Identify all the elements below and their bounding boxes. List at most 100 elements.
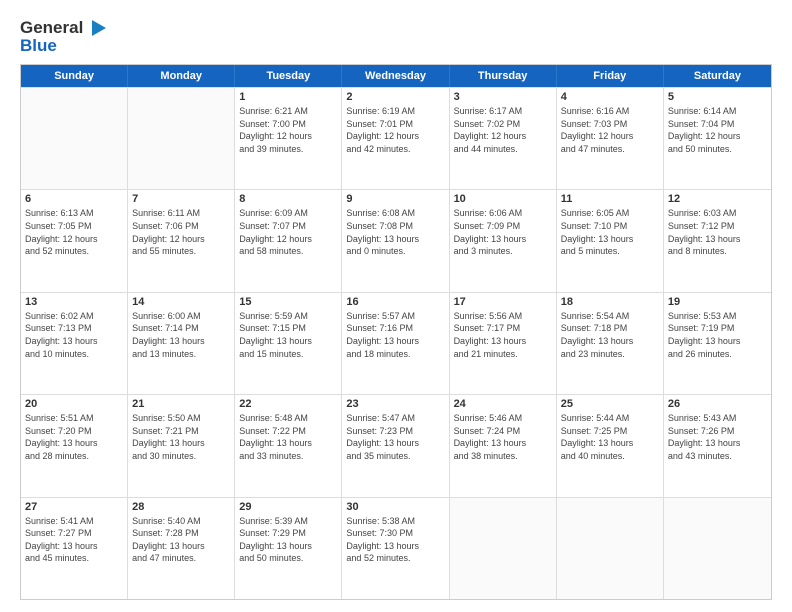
cell-details: Sunrise: 6:05 AM Sunset: 7:10 PM Dayligh…: [561, 207, 659, 257]
calendar-row-4: 27 Sunrise: 5:41 AM Sunset: 7:27 PM Dayli…: [21, 497, 771, 599]
cell-details: Sunrise: 5:50 AM Sunset: 7:21 PM Dayligh…: [132, 412, 230, 462]
cell-details: Sunrise: 6:09 AM Sunset: 7:07 PM Dayligh…: [239, 207, 337, 257]
day-cell-10: 10 Sunrise: 6:06 AM Sunset: 7:09 PM Dayli…: [450, 190, 557, 291]
day-number: 14: [132, 296, 230, 308]
day-number: 17: [454, 296, 552, 308]
day-cell-17: 17 Sunrise: 5:56 AM Sunset: 7:17 PM Dayli…: [450, 293, 557, 394]
header-day-wednesday: Wednesday: [342, 65, 449, 87]
day-number: 23: [346, 398, 444, 410]
day-number: 15: [239, 296, 337, 308]
cell-details: Sunrise: 6:11 AM Sunset: 7:06 PM Dayligh…: [132, 207, 230, 257]
cell-details: Sunrise: 5:54 AM Sunset: 7:18 PM Dayligh…: [561, 310, 659, 360]
day-cell-5: 5Sunrise: 6:14 AM Sunset: 7:04 PM Daylig…: [664, 88, 771, 189]
day-cell-1: 1Sunrise: 6:21 AM Sunset: 7:00 PM Daylig…: [235, 88, 342, 189]
day-cell-11: 11Sunrise: 6:05 AM Sunset: 7:10 PM Dayli…: [557, 190, 664, 291]
cell-details: Sunrise: 5:47 AM Sunset: 7:23 PM Dayligh…: [346, 412, 444, 462]
day-number: 5: [668, 91, 767, 103]
day-cell-23: 23 Sunrise: 5:47 AM Sunset: 7:23 PM Dayli…: [342, 395, 449, 496]
day-cell-19: 19 Sunrise: 5:53 AM Sunset: 7:19 PM Dayli…: [664, 293, 771, 394]
day-number: 30: [346, 501, 444, 513]
cell-details: Sunrise: 6:03 AM Sunset: 7:12 PM Dayligh…: [668, 207, 767, 257]
cell-details: Sunrise: 6:13 AM Sunset: 7:05 PM Dayligh…: [25, 207, 123, 257]
day-number: 1: [239, 91, 337, 103]
cell-details: Sunrise: 5:44 AM Sunset: 7:25 PM Dayligh…: [561, 412, 659, 462]
day-cell-12: 12 Sunrise: 6:03 AM Sunset: 7:12 PM Dayli…: [664, 190, 771, 291]
day-number: 24: [454, 398, 552, 410]
day-number: 19: [668, 296, 767, 308]
cell-details: Sunrise: 6:00 AM Sunset: 7:14 PM Dayligh…: [132, 310, 230, 360]
day-number: 16: [346, 296, 444, 308]
day-cell-26: 26 Sunrise: 5:43 AM Sunset: 7:26 PM Dayli…: [664, 395, 771, 496]
day-cell-21: 21 Sunrise: 5:50 AM Sunset: 7:21 PM Dayli…: [128, 395, 235, 496]
cell-details: Sunrise: 6:16 AM Sunset: 7:03 PM Dayligh…: [561, 105, 659, 155]
day-cell-4: 4Sunrise: 6:16 AM Sunset: 7:03 PM Daylig…: [557, 88, 664, 189]
day-number: 3: [454, 91, 552, 103]
calendar: SundayMondayTuesdayWednesdayThursdayFrid…: [20, 64, 772, 600]
day-cell-9: 9Sunrise: 6:08 AM Sunset: 7:08 PM Daylig…: [342, 190, 449, 291]
calendar-row-3: 20 Sunrise: 5:51 AM Sunset: 7:20 PM Dayli…: [21, 394, 771, 496]
empty-cell: [128, 88, 235, 189]
logo-svg: GeneralBlue: [20, 16, 110, 54]
day-number: 13: [25, 296, 123, 308]
day-cell-13: 13 Sunrise: 6:02 AM Sunset: 7:13 PM Dayli…: [21, 293, 128, 394]
cell-details: Sunrise: 5:59 AM Sunset: 7:15 PM Dayligh…: [239, 310, 337, 360]
day-cell-30: 30 Sunrise: 5:38 AM Sunset: 7:30 PM Dayli…: [342, 498, 449, 599]
svg-text:General: General: [20, 18, 83, 37]
day-cell-15: 15 Sunrise: 5:59 AM Sunset: 7:15 PM Dayli…: [235, 293, 342, 394]
header-day-saturday: Saturday: [664, 65, 771, 87]
day-cell-2: 2 Sunrise: 6:19 AM Sunset: 7:01 PM Daylig…: [342, 88, 449, 189]
cell-details: Sunrise: 5:53 AM Sunset: 7:19 PM Dayligh…: [668, 310, 767, 360]
day-number: 12: [668, 193, 767, 205]
day-cell-16: 16 Sunrise: 5:57 AM Sunset: 7:16 PM Dayli…: [342, 293, 449, 394]
day-cell-7: 7 Sunrise: 6:11 AM Sunset: 7:06 PM Daylig…: [128, 190, 235, 291]
day-number: 2: [346, 91, 444, 103]
day-cell-28: 28 Sunrise: 5:40 AM Sunset: 7:28 PM Dayli…: [128, 498, 235, 599]
calendar-header: SundayMondayTuesdayWednesdayThursdayFrid…: [21, 65, 771, 87]
header-day-thursday: Thursday: [450, 65, 557, 87]
day-number: 21: [132, 398, 230, 410]
header-day-tuesday: Tuesday: [235, 65, 342, 87]
day-number: 7: [132, 193, 230, 205]
day-number: 8: [239, 193, 337, 205]
day-cell-3: 3Sunrise: 6:17 AM Sunset: 7:02 PM Daylig…: [450, 88, 557, 189]
logo: GeneralBlue: [20, 16, 110, 54]
cell-details: Sunrise: 5:41 AM Sunset: 7:27 PM Dayligh…: [25, 515, 123, 565]
cell-details: Sunrise: 5:56 AM Sunset: 7:17 PM Dayligh…: [454, 310, 552, 360]
day-cell-14: 14 Sunrise: 6:00 AM Sunset: 7:14 PM Dayli…: [128, 293, 235, 394]
cell-details: Sunrise: 5:51 AM Sunset: 7:20 PM Dayligh…: [25, 412, 123, 462]
cell-details: Sunrise: 5:48 AM Sunset: 7:22 PM Dayligh…: [239, 412, 337, 462]
day-number: 25: [561, 398, 659, 410]
day-cell-25: 25 Sunrise: 5:44 AM Sunset: 7:25 PM Dayli…: [557, 395, 664, 496]
cell-details: Sunrise: 5:57 AM Sunset: 7:16 PM Dayligh…: [346, 310, 444, 360]
cell-details: Sunrise: 5:40 AM Sunset: 7:28 PM Dayligh…: [132, 515, 230, 565]
day-number: 20: [25, 398, 123, 410]
empty-cell: [450, 498, 557, 599]
cell-details: Sunrise: 5:46 AM Sunset: 7:24 PM Dayligh…: [454, 412, 552, 462]
cell-details: Sunrise: 6:19 AM Sunset: 7:01 PM Dayligh…: [346, 105, 444, 155]
calendar-row-0: 1Sunrise: 6:21 AM Sunset: 7:00 PM Daylig…: [21, 87, 771, 189]
cell-details: Sunrise: 6:02 AM Sunset: 7:13 PM Dayligh…: [25, 310, 123, 360]
day-cell-8: 8 Sunrise: 6:09 AM Sunset: 7:07 PM Daylig…: [235, 190, 342, 291]
header-day-monday: Monday: [128, 65, 235, 87]
day-number: 6: [25, 193, 123, 205]
header-day-sunday: Sunday: [21, 65, 128, 87]
header-day-friday: Friday: [557, 65, 664, 87]
day-number: 26: [668, 398, 767, 410]
empty-cell: [557, 498, 664, 599]
cell-details: Sunrise: 5:43 AM Sunset: 7:26 PM Dayligh…: [668, 412, 767, 462]
day-number: 28: [132, 501, 230, 513]
calendar-body: 1Sunrise: 6:21 AM Sunset: 7:00 PM Daylig…: [21, 87, 771, 599]
empty-cell: [21, 88, 128, 189]
day-number: 10: [454, 193, 552, 205]
calendar-row-1: 6 Sunrise: 6:13 AM Sunset: 7:05 PM Daylig…: [21, 189, 771, 291]
day-cell-18: 18Sunrise: 5:54 AM Sunset: 7:18 PM Dayli…: [557, 293, 664, 394]
cell-details: Sunrise: 5:38 AM Sunset: 7:30 PM Dayligh…: [346, 515, 444, 565]
cell-details: Sunrise: 6:06 AM Sunset: 7:09 PM Dayligh…: [454, 207, 552, 257]
day-cell-6: 6 Sunrise: 6:13 AM Sunset: 7:05 PM Daylig…: [21, 190, 128, 291]
calendar-row-2: 13 Sunrise: 6:02 AM Sunset: 7:13 PM Dayli…: [21, 292, 771, 394]
header: GeneralBlue: [20, 16, 772, 54]
day-number: 22: [239, 398, 337, 410]
day-number: 27: [25, 501, 123, 513]
day-cell-22: 22 Sunrise: 5:48 AM Sunset: 7:22 PM Dayli…: [235, 395, 342, 496]
day-cell-24: 24 Sunrise: 5:46 AM Sunset: 7:24 PM Dayli…: [450, 395, 557, 496]
